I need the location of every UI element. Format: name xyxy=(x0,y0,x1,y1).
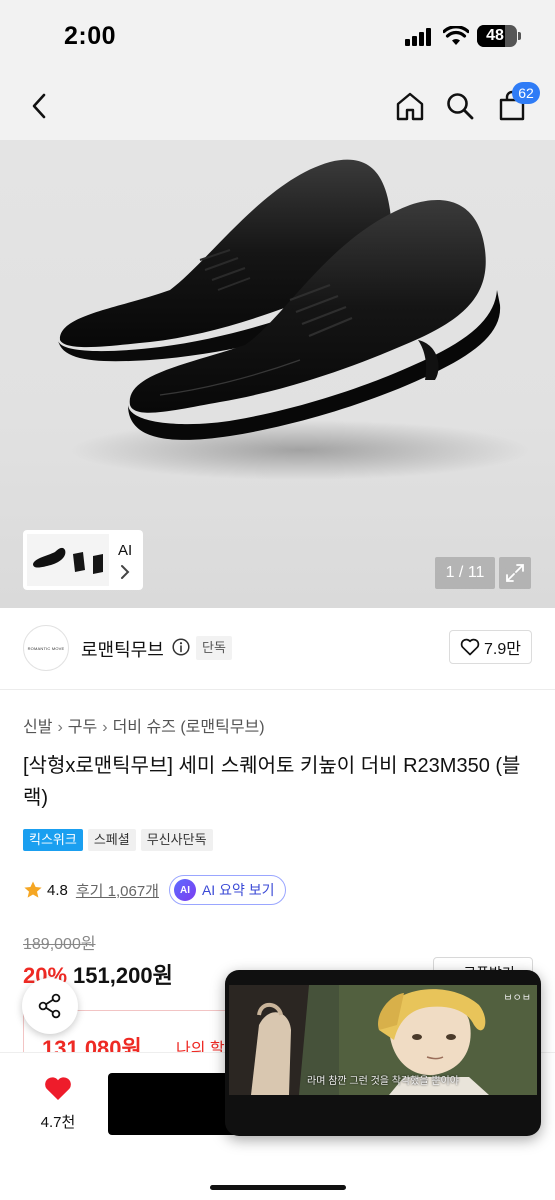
video-frame: ㅂㅇㅂ 라며 참깐 그런 것을 착각했을 뿐이야 xyxy=(229,985,537,1095)
product-image-gallery[interactable]: AI 1 / 11 xyxy=(0,140,555,608)
rating-row: 4.8 후기 1,067개 AI AI 요약 보기 xyxy=(23,875,286,905)
badge: 스페셜 xyxy=(87,829,136,851)
home-button[interactable] xyxy=(390,86,430,126)
breadcrumb-separator: › xyxy=(102,719,108,736)
cellular-signal-icon xyxy=(405,28,433,46)
brand-like-count: 7.9만 xyxy=(484,641,521,658)
info-icon[interactable] xyxy=(172,638,190,656)
ai-summary-button[interactable]: AI AI 요약 보기 xyxy=(168,875,286,905)
battery-level: 48 xyxy=(486,27,504,44)
share-icon xyxy=(38,993,61,1019)
original-price: 189,000원 xyxy=(23,936,96,953)
search-icon xyxy=(447,93,474,120)
wifi-icon xyxy=(443,26,469,45)
expand-icon xyxy=(506,564,524,582)
breadcrumb-item[interactable]: 신발 xyxy=(23,719,52,736)
sale-price: 151,200원 xyxy=(73,963,173,988)
product-badges: 킥스위크 스페셜 무신사단독 xyxy=(23,829,213,851)
battery-icon: 48 xyxy=(477,25,521,47)
breadcrumb-item[interactable]: 더비 슈즈 (로맨틱무브) xyxy=(113,719,265,736)
chevron-right-icon xyxy=(121,565,130,579)
expand-button[interactable] xyxy=(499,557,531,589)
star-icon xyxy=(24,881,42,898)
ai-summary-label: AI 요약 보기 xyxy=(201,882,275,898)
status-bar: 2:00 48 xyxy=(0,0,555,72)
status-time: 2:00 xyxy=(64,22,117,50)
nav-bar: 62 xyxy=(0,72,555,140)
breadcrumb: 신발 › 구두 › 더비 슈즈 (로맨틱무브) xyxy=(23,713,265,737)
share-button[interactable] xyxy=(22,978,78,1034)
home-icon xyxy=(396,92,424,121)
cart-button[interactable]: 62 xyxy=(492,82,540,126)
exclusive-tag: 단독 xyxy=(196,636,232,660)
breadcrumb-item[interactable]: 구두 xyxy=(68,719,97,736)
image-page-counter: 1 / 11 xyxy=(435,557,495,589)
badge: 무신사단독 xyxy=(140,829,213,851)
brand-name[interactable]: 로맨틱무브 xyxy=(81,636,164,662)
breadcrumb-separator: › xyxy=(57,719,63,736)
chevron-left-icon xyxy=(32,93,46,119)
heart-filled-icon xyxy=(45,1077,71,1100)
cart-count-badge: 62 xyxy=(512,82,540,104)
review-link[interactable]: 후기 1,067개 xyxy=(76,880,159,901)
ai-icon: AI xyxy=(173,879,196,901)
thumbnail-ai-label: AI xyxy=(118,542,133,559)
thumbnail-image xyxy=(27,534,109,586)
search-button[interactable] xyxy=(440,86,480,126)
brand-row[interactable]: ROMANTIC MOVE 로맨틱무브 단독 7.9만 xyxy=(0,608,555,690)
home-indicator xyxy=(210,1185,346,1190)
video-watermark: ㅂㅇㅂ xyxy=(503,993,531,1004)
wish-count: 4.7천 xyxy=(40,1114,76,1131)
brand-like-button[interactable]: 7.9만 xyxy=(449,630,532,664)
badge: 킥스위크 xyxy=(23,829,83,851)
back-button[interactable] xyxy=(20,86,60,126)
ai-thumbnail-button[interactable]: AI xyxy=(23,530,143,590)
product-title: [삭형x로맨틱무브] 세미 스퀘어토 키높이 더비 R23M350 (블랙) xyxy=(23,755,521,809)
rating-value: 4.8 xyxy=(47,881,68,899)
heart-outline-icon xyxy=(460,638,480,656)
wish-button[interactable]: 4.7천 xyxy=(30,1075,86,1135)
brand-logo[interactable]: ROMANTIC MOVE xyxy=(23,625,69,671)
video-subtitle: 라며 참깐 그런 것을 착각했을 뿐이야 xyxy=(307,1076,459,1087)
picture-in-picture-video[interactable]: ㅂㅇㅂ 라며 참깐 그런 것을 착각했을 뿐이야 xyxy=(225,970,541,1136)
